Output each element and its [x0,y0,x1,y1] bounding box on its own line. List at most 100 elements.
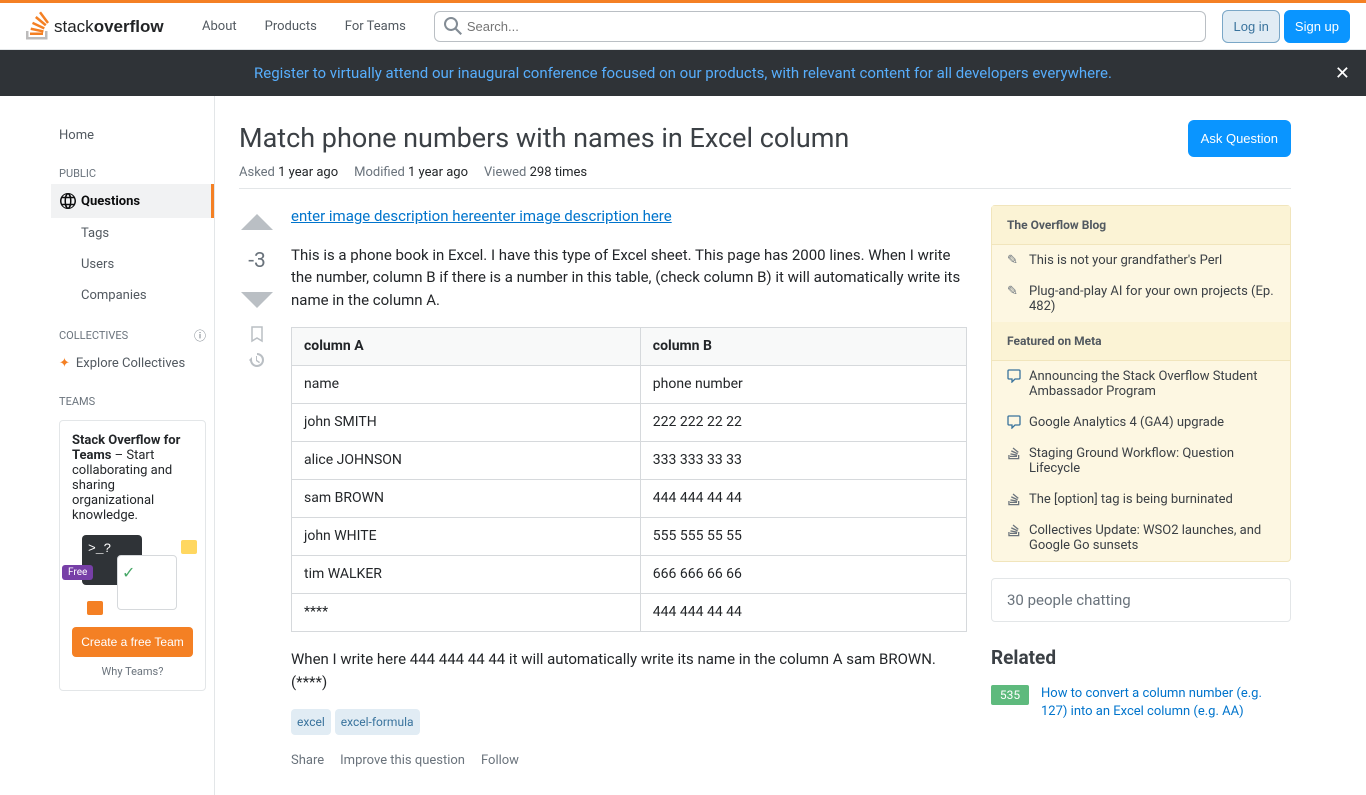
meta-link[interactable]: Announcing the Stack Overflow Student Am… [1029,369,1275,399]
table-row: namephone number [292,366,967,404]
table-cell: tim WALKER [292,556,641,594]
table-cell: alice JOHNSON [292,442,641,480]
post-paragraph: When I write here 444 444 44 44 it will … [291,648,967,693]
star-icon: ✦ [59,356,70,371]
blog-item: ✎ This is not your grandfather's Perl [992,245,1290,276]
meta-link[interactable]: The [option] tag is being burninated [1029,492,1233,507]
table-cell: john SMITH [292,404,641,442]
table-cell: 666 666 66 66 [640,556,966,594]
stackoverflow-icon [1007,523,1021,537]
blog-link[interactable]: Plug-and-play AI for your own projects (… [1029,284,1275,314]
table-row: alice JOHNSON333 333 33 33 [292,442,967,480]
chat-box[interactable]: 30 people chatting [991,578,1291,622]
table-row: john SMITH222 222 22 22 [292,404,967,442]
table-cell: phone number [640,366,966,404]
related-item: 535 How to convert a column number (e.g.… [991,685,1291,721]
teams-illustration: >_? ✓ Free [72,535,202,615]
related-title: Related [991,646,1291,669]
table-cell: name [292,366,641,404]
table-cell: 444 444 44 44 [640,480,966,518]
login-button[interactable]: Log in [1222,10,1279,43]
create-team-button[interactable]: Create a free Team [72,627,193,657]
announcement-banner: Register to virtually attend our inaugur… [0,50,1366,96]
sidebar-home[interactable]: Home [51,120,214,151]
banner-link[interactable]: Register to virtually attend our inaugur… [254,64,1112,82]
table-row: sam BROWN444 444 44 44 [292,480,967,518]
meta-link[interactable]: Staging Ground Workflow: Question Lifecy… [1029,446,1275,476]
meta-item: Google Analytics 4 (GA4) upgrade [992,407,1290,438]
sidebar-tags[interactable]: Tags [51,218,214,249]
table-header: column B [640,328,966,366]
upvote-icon[interactable] [239,205,275,241]
meta-link[interactable]: Google Analytics 4 (GA4) upgrade [1029,415,1224,430]
stackoverflow-icon [1007,492,1021,506]
right-sidebar: The Overflow Blog ✎ This is not your gra… [991,205,1291,771]
bookmark-icon[interactable] [248,325,266,343]
blog-header: The Overflow Blog [992,206,1290,245]
table-cell: 555 555 55 55 [640,518,966,556]
table-cell: sam BROWN [292,480,641,518]
downvote-icon[interactable] [239,281,275,317]
signup-button[interactable]: Sign up [1284,10,1350,43]
meta-item: Collectives Update: WSO2 launches, and G… [992,515,1290,561]
related-link[interactable]: How to convert a column number (e.g. 127… [1041,685,1291,721]
table-cell: 333 333 33 33 [640,442,966,480]
nav-links: About Products For Teams [190,13,418,40]
free-badge: Free [62,565,93,580]
meta-item: Staging Ground Workflow: Question Lifecy… [992,438,1290,484]
pencil-icon: ✎ [1007,253,1021,268]
logo[interactable]: stackoverflow [16,3,182,49]
left-sidebar: Home PUBLIC Questions Tags Users Compani… [51,96,215,795]
meta-link[interactable]: Collectives Update: WSO2 launches, and G… [1029,523,1275,553]
table-cell: john WHITE [292,518,641,556]
post-paragraph: This is a phone book in Excel. I have th… [291,244,967,312]
history-icon[interactable] [248,351,266,369]
sidebar-companies[interactable]: Companies [51,280,214,311]
vote-count: -3 [248,249,266,273]
chat-bubble-icon [181,540,197,554]
check-icon: ✓ [122,563,135,582]
table-cell: 222 222 22 22 [640,404,966,442]
stackoverflow-icon [1007,446,1021,460]
tag[interactable]: excel-formula [335,709,420,735]
question-post: -3 enter image description hereenter ima… [239,205,967,771]
main-header: stackoverflow About Products For Teams L… [0,3,1366,50]
sidebar-teams-label: TEAMS [51,379,214,412]
vote-controls: -3 [239,205,275,771]
meta-item: Announcing the Stack Overflow Student Am… [992,361,1290,407]
search-icon [444,17,462,35]
banner-close-icon[interactable]: ✕ [1335,63,1350,84]
table-row: john WHITE555 555 55 55 [292,518,967,556]
nav-for-teams[interactable]: For Teams [333,13,418,40]
meta-icon [1007,369,1021,383]
sidebar-users[interactable]: Users [51,249,214,280]
table-cell: **** [292,594,641,632]
pencil-icon: ✎ [1007,284,1021,299]
why-teams-link[interactable]: Why Teams? [72,665,193,678]
search-wrap [434,11,1207,42]
tag[interactable]: excel [291,709,331,735]
meta-item: The [option] tag is being burninated [992,484,1290,515]
info-icon[interactable]: ⓘ [194,327,206,344]
chat-bubble-icon [87,601,103,615]
main-content: Match phone numbers with names in Excel … [215,96,1315,795]
nav-products[interactable]: Products [253,13,329,40]
image-link[interactable]: enter image description hereenter image … [291,207,672,225]
sidebar-public-label: PUBLIC [51,151,214,184]
sidebar-explore-collectives[interactable]: ✦ Explore Collectives [51,348,214,379]
sidebar-questions[interactable]: Questions [51,184,214,218]
search-input[interactable] [434,11,1207,42]
table-row: tim WALKER666 666 66 66 [292,556,967,594]
blog-link[interactable]: This is not your grandfather's Perl [1029,253,1222,268]
svg-text:stackoverflow: stackoverflow [54,17,164,36]
question-meta: Asked 1 year ago Modified 1 year ago Vie… [239,165,1291,189]
blog-item: ✎ Plug-and-play AI for your own projects… [992,276,1290,322]
meta-header: Featured on Meta [992,322,1290,361]
nav-about[interactable]: About [190,13,249,40]
related-score: 535 [991,685,1029,705]
question-title: Match phone numbers with names in Excel … [239,120,849,156]
ask-question-button[interactable]: Ask Question [1188,120,1291,157]
table-cell: 444 444 44 44 [640,594,966,632]
table-header: column A [292,328,641,366]
data-table: column A column B namephone numberjohn S… [291,327,967,632]
